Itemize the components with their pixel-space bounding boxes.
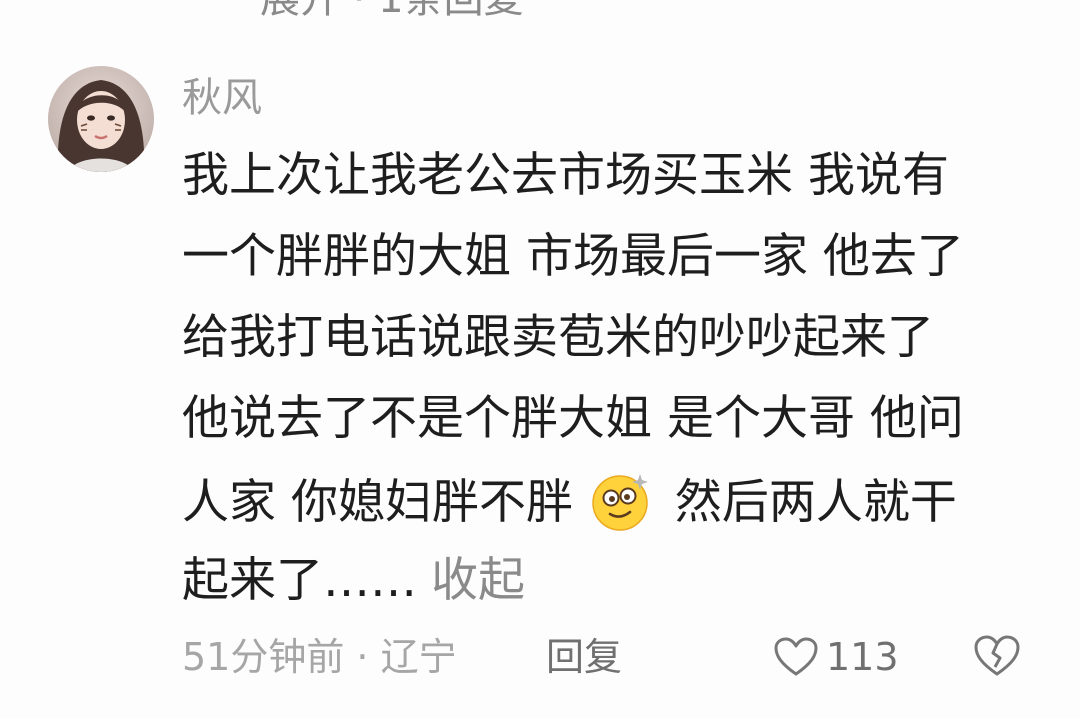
comment-body: 我上次让我老公去市场买玉米 我说有 一个胖胖的大姐 市场最后一家 他去了 给我打… [182, 146, 1042, 632]
comment-line: 他说去了不是个胖大姐 是个大哥 他问 [182, 391, 964, 446]
comment-author[interactable]: 秋风 [182, 74, 262, 122]
comment-text-segment: 然后两人就干 [674, 475, 957, 530]
comment-text-segment: 起来了…… [182, 553, 417, 608]
comment-line: 我上次让我老公去市场买玉米 我说有 [182, 148, 949, 203]
avatar-image [48, 66, 154, 172]
like-button[interactable]: 113 [774, 631, 899, 683]
comment-line: 一个胖胖的大姐 市场最后一家 他去了 [182, 229, 964, 284]
previous-comment-fragment[interactable]: 展开 · 1条回复 [260, 0, 524, 24]
comment-line-with-emoji: 人家 你媳妇胖不胖 然后两人就干 [182, 470, 1042, 532]
comment-text-segment: 人家 你媳妇胖不胖 [182, 475, 573, 530]
comment-footer: 51分钟前 · 辽宁 回复 113 [182, 631, 1042, 683]
dizzy-face-emoji-icon [590, 470, 652, 532]
comment-time-location: 51分钟前 · 辽宁 [182, 635, 457, 679]
comment-page: 展开 · 1条回复 秋风 我上次让我老公去市场买玉米 我说有 一个胖胖的大姐 市… [0, 0, 1080, 718]
comment-last-line: 起来了…… 收起 [182, 551, 1042, 611]
dislike-button[interactable] [974, 631, 1020, 683]
like-count: 113 [826, 635, 899, 679]
user-avatar[interactable] [48, 66, 154, 172]
heart-outline-icon [774, 637, 818, 676]
comment-line: 给我打电话说跟卖苞米的吵吵起来了 [182, 310, 934, 365]
reply-button[interactable]: 回复 [546, 631, 622, 683]
broken-heart-icon [974, 635, 1020, 676]
collapse-button[interactable]: 收起 [431, 553, 525, 608]
